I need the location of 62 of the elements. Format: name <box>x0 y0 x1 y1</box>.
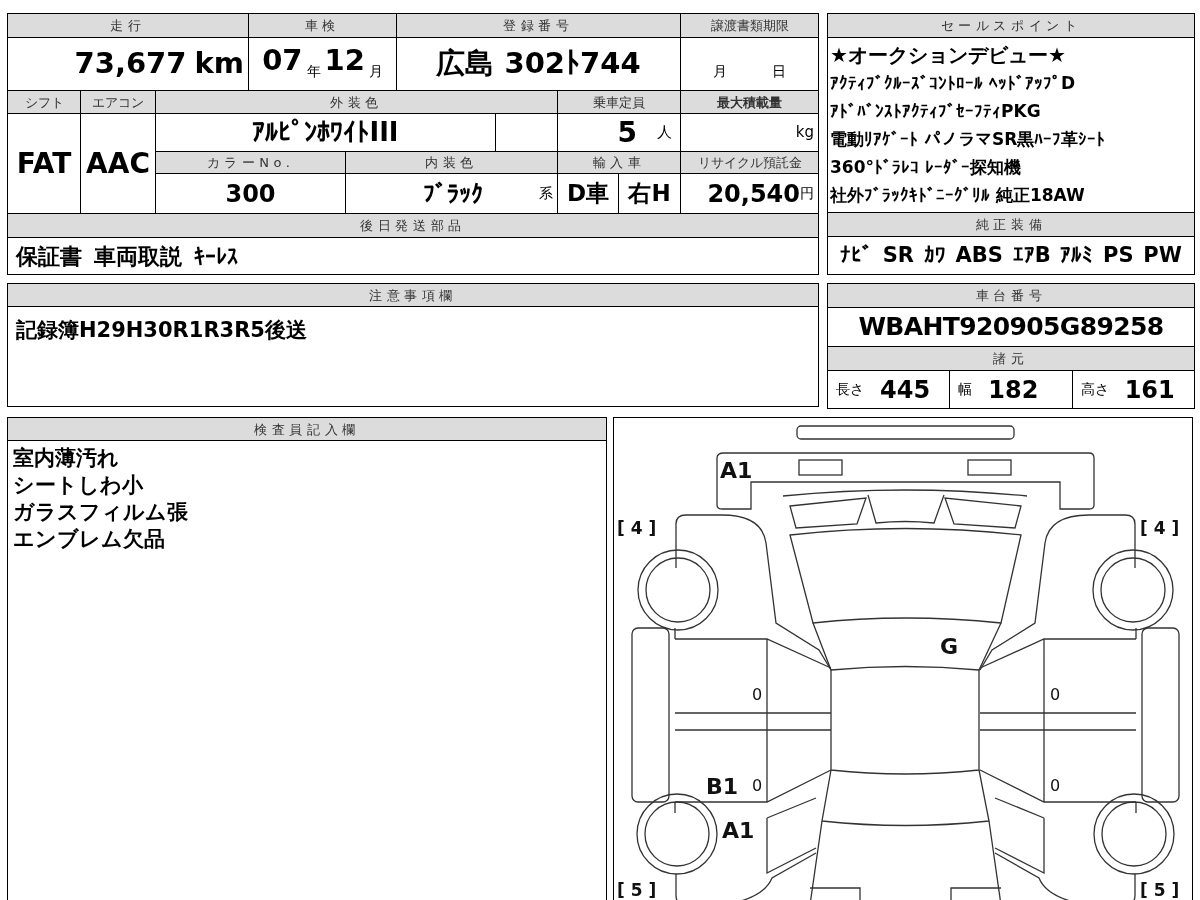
dimension-value: 高さ 161 <box>1072 371 1194 408</box>
sales-point-line: 電動ﾘｱｹﾞｰﾄ パノラマSR黒ﾊｰﾌ革ｼｰﾄ <box>830 128 1107 151</box>
capacity-value: 5 人 <box>558 114 680 151</box>
damage-mark: G <box>940 634 959 659</box>
column-header: 内装色 <box>346 152 557 173</box>
column-header: カラーNo. <box>156 152 345 173</box>
column-header: 走行 <box>8 14 248 37</box>
chassis-number: WBAHT920905G89258 <box>828 308 1194 346</box>
column-header: 乗車定員 <box>558 91 680 113</box>
column-header: 諸元 <box>828 347 1194 370</box>
column-header: 登録番号 <box>397 14 680 37</box>
sales-point-line: ★オークションデビュー★ <box>830 42 1067 69</box>
registration-number: 広島 302ﾄ744 <box>397 38 680 90</box>
sales-point-line: ｱﾄﾞﾊﾞﾝｽﾄｱｸﾃｨﾌﾞｾｰﾌﾃｨPKG <box>830 100 1042 123</box>
notes-text: 記録簿H29H30R1R3R5後送 <box>15 317 308 344</box>
inspector-note: 室内薄汚れ <box>13 445 120 472</box>
column-header: 最大積載量 <box>681 91 818 113</box>
blank-cell <box>496 114 557 151</box>
interior-color-value: ﾌﾞﾗｯｸ 系 <box>346 174 557 213</box>
transfer-deadline: 月 日 <box>681 38 818 90</box>
equipment-list: ﾅﾋﾞ SR ｶﾜ ABS ｴｱB ｱﾙﾐ PS PW <box>828 237 1194 274</box>
damage-mark: 0 <box>752 685 763 704</box>
column-header: 輸入車 <box>558 152 680 173</box>
damage-mark: 0 <box>1050 685 1061 704</box>
color-number-value: 300 <box>156 174 345 213</box>
import-dealer: D車 <box>558 174 618 213</box>
column-header: 車検 <box>249 14 396 37</box>
damage-mark: [ 4 ] <box>1140 518 1180 538</box>
column-header: 純正装備 <box>828 213 1194 236</box>
inspector-note: シートしわ小 <box>13 472 144 499</box>
damage-mark: A1 <box>722 818 755 843</box>
dimension-value: 幅 182 <box>950 371 1072 408</box>
damage-mark: 0 <box>1050 776 1061 795</box>
column-header: セールスポイント <box>828 14 1194 37</box>
column-header: 外装色 <box>156 91 557 113</box>
damage-mark: A1 <box>720 458 753 483</box>
damage-mark: [ 5 ] <box>617 880 657 900</box>
column-header: 後日発送部品 <box>8 214 818 237</box>
sales-point-line: 社外ﾌﾞﾗｯｸｷﾄﾞﾆｰｸﾞﾘﾙ 純正18AW <box>830 184 1086 207</box>
column-header: シフト <box>8 91 80 113</box>
damage-mark: [ 4 ] <box>617 518 657 538</box>
inspector-note: エンブレム欠品 <box>13 526 166 553</box>
exterior-color-value: ｱﾙﾋﾟﾝﾎﾜｲﾄIII <box>156 114 495 151</box>
sales-point-line: ｱｸﾃｨﾌﾞｸﾙｰｽﾞｺﾝﾄﾛｰﾙ ﾍｯﾄﾞｱｯﾌﾟD <box>830 72 1077 95</box>
steering-side: 右H <box>619 174 680 213</box>
column-header: 注意事項欄 <box>8 284 818 307</box>
column-header: リサイクル預託金 <box>681 152 818 173</box>
damage-mark: 0 <box>752 776 763 795</box>
damage-mark: B1 <box>706 774 739 799</box>
dimension-value: 長さ 445 <box>828 371 950 408</box>
max-load-value: kg <box>681 114 818 151</box>
aircon-value: AAC <box>81 114 155 213</box>
column-header: 車台番号 <box>828 284 1194 307</box>
inspector-note: ガラスフィルム張 <box>13 499 189 526</box>
column-header: 検査員記入欄 <box>8 418 606 441</box>
column-header: 譲渡書類期限 <box>681 14 818 37</box>
shift-value: FAT <box>8 114 80 213</box>
column-header: エアコン <box>81 91 155 113</box>
sales-point-line: 360°ﾄﾞﾗﾚｺ ﾚｰﾀﾞｰ探知機 <box>830 156 1022 179</box>
damage-mark: [ 5 ] <box>1140 880 1180 900</box>
mileage-value: 73,677 km <box>8 38 248 90</box>
parts-to-ship: 保証書 車両取説 ｷｰﾚｽ <box>8 238 818 274</box>
